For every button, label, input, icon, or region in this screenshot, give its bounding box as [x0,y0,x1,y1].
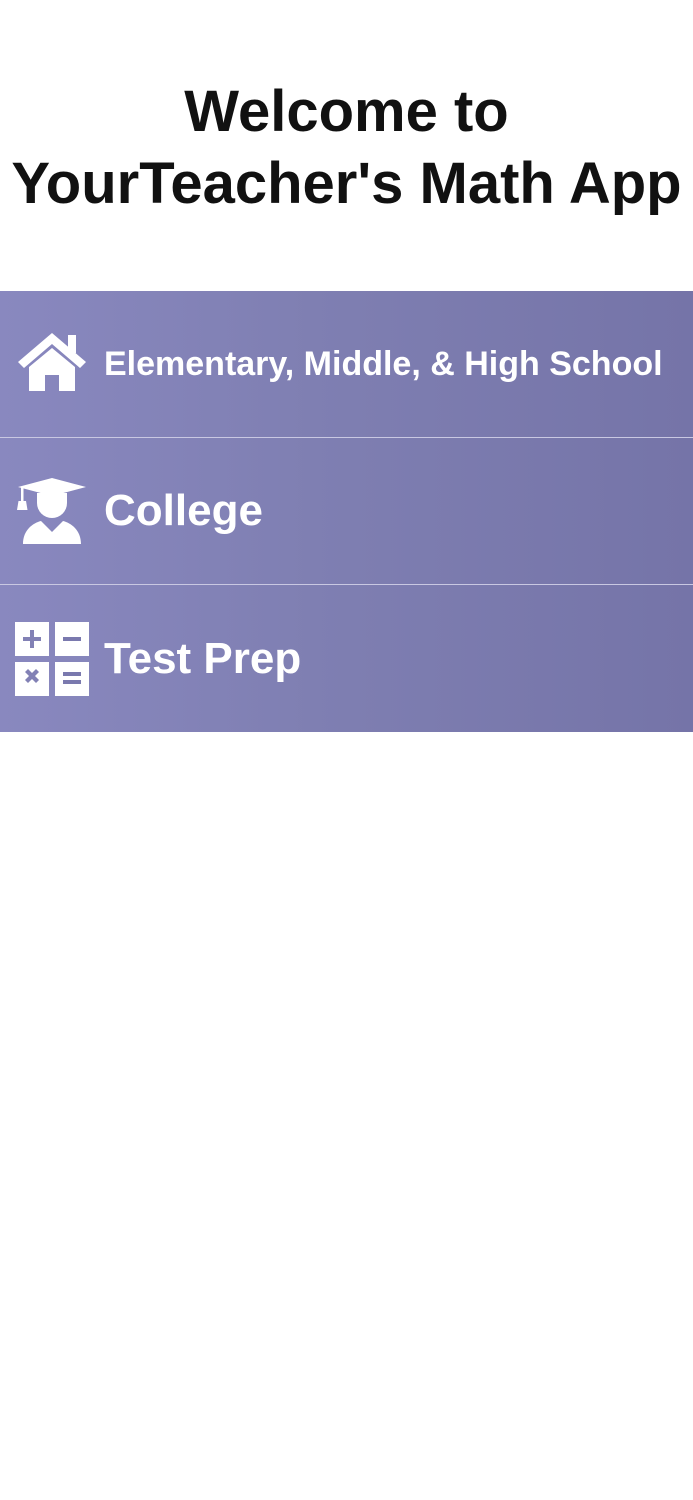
page-title: Welcome to YourTeacher's Math App [0,76,693,220]
main-menu: Elementary, Middle, & High School Colleg… [0,291,693,732]
header: Welcome to YourTeacher's Math App [0,0,693,291]
menu-item-school[interactable]: Elementary, Middle, & High School [0,291,693,438]
menu-item-label: College [104,486,263,535]
menu-item-label: Test Prep [104,633,302,683]
title-line-2: YourTeacher's Math App [11,151,682,216]
calculator-icon [15,621,89,696]
title-line-1: Welcome to [184,79,509,144]
graduate-icon [15,474,89,548]
menu-item-college[interactable]: College [0,438,693,585]
menu-item-label: Elementary, Middle, & High School [104,344,663,383]
menu-item-test-prep[interactable]: Test Prep [0,585,693,732]
house-icon [15,327,89,401]
